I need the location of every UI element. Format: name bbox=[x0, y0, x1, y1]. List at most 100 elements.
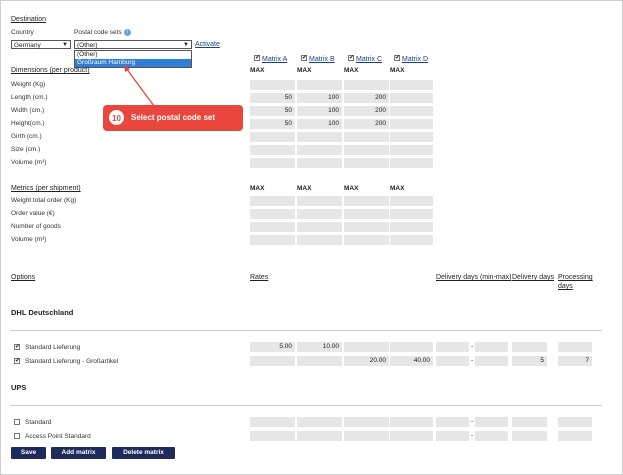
dimension-input[interactable] bbox=[344, 132, 389, 142]
delivery-days-input[interactable]: 5 bbox=[512, 356, 547, 366]
rate-input[interactable] bbox=[297, 417, 342, 427]
delivery-max-input[interactable] bbox=[475, 356, 508, 366]
dimension-input[interactable] bbox=[344, 145, 389, 155]
save-button[interactable]: Save bbox=[11, 447, 46, 459]
rate-input[interactable] bbox=[250, 356, 295, 366]
rate-input[interactable]: 5.00 bbox=[250, 342, 295, 352]
rate-input[interactable] bbox=[250, 431, 295, 441]
delivery-max-input[interactable] bbox=[475, 417, 508, 427]
metric-input[interactable] bbox=[344, 196, 389, 206]
dimension-input[interactable] bbox=[250, 158, 295, 168]
processing-days-input[interactable] bbox=[558, 342, 592, 352]
metric-input[interactable] bbox=[390, 235, 433, 245]
delivery-max-input[interactable] bbox=[475, 342, 508, 352]
metric-input[interactable] bbox=[250, 209, 295, 219]
dimension-input[interactable]: 200 bbox=[344, 106, 389, 116]
rate-input[interactable]: 40.00 bbox=[390, 356, 433, 366]
rate-input[interactable] bbox=[250, 417, 295, 427]
dimension-input[interactable] bbox=[297, 80, 342, 90]
metric-input[interactable] bbox=[297, 209, 342, 219]
matrix-checkbox[interactable]: ✔ bbox=[394, 55, 400, 61]
dimension-input[interactable] bbox=[390, 119, 433, 129]
metric-input[interactable] bbox=[390, 209, 433, 219]
dimension-input[interactable] bbox=[390, 158, 433, 168]
dimension-input[interactable] bbox=[297, 158, 342, 168]
dimension-input[interactable] bbox=[344, 80, 389, 90]
rate-input[interactable] bbox=[297, 356, 342, 366]
dimension-input[interactable] bbox=[390, 106, 433, 116]
delivery-days-input[interactable] bbox=[512, 431, 547, 441]
dimension-input[interactable] bbox=[297, 145, 342, 155]
info-icon[interactable]: i bbox=[123, 29, 131, 36]
dimension-input[interactable] bbox=[390, 93, 433, 103]
dimension-input[interactable] bbox=[250, 80, 295, 90]
matrix-checkbox[interactable]: ✔ bbox=[348, 55, 354, 61]
postal-option[interactable]: (Other) bbox=[75, 51, 191, 59]
matrix-header[interactable]: Matrix C bbox=[356, 56, 382, 63]
delivery-max-input[interactable] bbox=[475, 431, 508, 441]
add-matrix-button[interactable]: Add matrix bbox=[51, 447, 106, 459]
metric-input[interactable] bbox=[250, 235, 295, 245]
dimension-input[interactable]: 50 bbox=[250, 93, 295, 103]
delete-matrix-button[interactable]: Delete matrix bbox=[112, 447, 175, 459]
dimension-input[interactable]: 100 bbox=[297, 93, 342, 103]
delivery-days-input[interactable] bbox=[512, 342, 547, 352]
delivery-min-input[interactable] bbox=[436, 342, 469, 352]
metric-input[interactable] bbox=[390, 196, 433, 206]
delivery-days-input[interactable] bbox=[512, 417, 547, 427]
dimension-input[interactable]: 200 bbox=[344, 119, 389, 129]
rate-input[interactable] bbox=[344, 431, 389, 441]
matrix-checkbox[interactable]: ✔ bbox=[254, 55, 260, 61]
rate-input[interactable] bbox=[390, 342, 433, 352]
rate-input[interactable] bbox=[344, 342, 389, 352]
dimension-input[interactable] bbox=[390, 145, 433, 155]
rate-input[interactable] bbox=[297, 431, 342, 441]
processing-days-input[interactable] bbox=[558, 417, 592, 427]
dimension-input[interactable]: 100 bbox=[297, 119, 342, 129]
metric-input[interactable] bbox=[297, 196, 342, 206]
dimension-input[interactable] bbox=[344, 158, 389, 168]
shipping-option-checkbox[interactable]: ✔ bbox=[14, 344, 20, 350]
processing-days-input[interactable] bbox=[558, 431, 592, 441]
metric-input[interactable] bbox=[344, 235, 389, 245]
processing-heading: Processing bbox=[558, 274, 593, 281]
rate-input[interactable]: 10.00 bbox=[297, 342, 342, 352]
metric-input[interactable] bbox=[297, 222, 342, 232]
metric-input[interactable] bbox=[297, 235, 342, 245]
matrix-header[interactable]: Matrix D bbox=[402, 56, 428, 63]
delivery-min-input[interactable] bbox=[436, 356, 469, 366]
rate-input[interactable] bbox=[344, 417, 389, 427]
delivery-min-input[interactable] bbox=[436, 431, 469, 441]
dimension-input[interactable]: 200 bbox=[344, 93, 389, 103]
dimension-input[interactable]: 50 bbox=[250, 119, 295, 129]
max-label: MAX bbox=[390, 67, 405, 74]
rate-input[interactable] bbox=[390, 431, 433, 441]
metric-input[interactable] bbox=[344, 222, 389, 232]
metric-label: Number of goods bbox=[11, 223, 61, 230]
dimension-input[interactable] bbox=[390, 80, 433, 90]
shipping-option-checkbox[interactable] bbox=[14, 433, 20, 439]
matrix-header[interactable]: Matrix A bbox=[262, 56, 287, 63]
postal-code-select[interactable]: (Other) ▼ bbox=[74, 40, 192, 49]
metric-input[interactable] bbox=[344, 209, 389, 219]
dimension-input[interactable] bbox=[297, 132, 342, 142]
dimension-input[interactable] bbox=[390, 132, 433, 142]
country-select[interactable]: Germany ▼ bbox=[11, 40, 71, 49]
processing-days-input[interactable]: 7 bbox=[558, 356, 592, 366]
dimension-input[interactable] bbox=[250, 132, 295, 142]
rate-input[interactable]: 20.00 bbox=[344, 356, 389, 366]
activate-link[interactable]: Activate bbox=[195, 41, 220, 48]
metric-input[interactable] bbox=[390, 222, 433, 232]
dimension-input[interactable]: 100 bbox=[297, 106, 342, 116]
metric-input[interactable] bbox=[250, 222, 295, 232]
dimension-input[interactable] bbox=[250, 145, 295, 155]
dimension-input[interactable]: 50 bbox=[250, 106, 295, 116]
metric-input[interactable] bbox=[250, 196, 295, 206]
matrix-checkbox[interactable]: ✔ bbox=[301, 55, 307, 61]
delivery-min-input[interactable] bbox=[436, 417, 469, 427]
shipping-option-checkbox[interactable]: ✔ bbox=[14, 358, 20, 364]
rate-input[interactable] bbox=[390, 417, 433, 427]
matrix-header[interactable]: Matrix B bbox=[309, 56, 335, 63]
range-dash: - bbox=[471, 432, 474, 439]
shipping-option-checkbox[interactable] bbox=[14, 419, 20, 425]
